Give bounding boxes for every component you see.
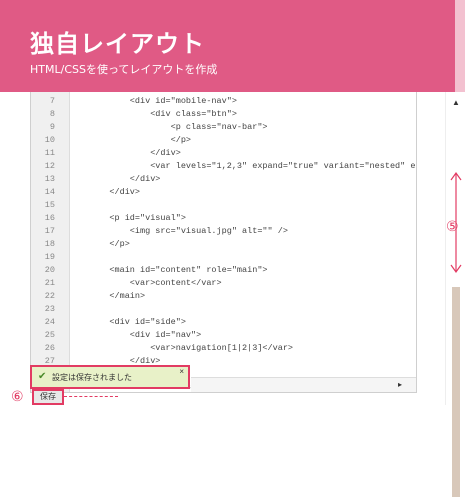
code-text[interactable]: </div>	[89, 186, 140, 199]
code-text[interactable]: <div id="nav">	[89, 329, 201, 342]
line-number: 15	[44, 200, 55, 210]
close-icon[interactable]: ×	[179, 367, 184, 376]
code-text[interactable]: </main>	[89, 290, 145, 303]
line-number: 26	[44, 343, 55, 353]
line-number: 18	[44, 239, 55, 249]
header-right-edge	[455, 0, 465, 92]
code-text[interactable]: </p>	[89, 134, 191, 147]
scroll-right-icon[interactable]: ▸	[398, 380, 402, 389]
notification-message: 設定は保存されました	[52, 373, 132, 382]
code-editor[interactable]: 7 <div id="mobile-nav"> 8 <div class="btn…	[30, 92, 417, 393]
save-button[interactable]: 保存	[32, 389, 64, 405]
line-number: 21	[44, 278, 55, 288]
code-text[interactable]: <main id="content" role="main">	[89, 264, 267, 277]
annotation-dashed-line	[64, 396, 118, 397]
line-number: 9	[49, 122, 55, 132]
code-text[interactable]: <img src="visual.jpg" alt="" />	[89, 225, 288, 238]
line-number: 16	[44, 213, 55, 223]
line-number: 24	[44, 317, 55, 327]
line-number: 22	[44, 291, 55, 301]
page-subtitle: HTML/CSSを使ってレイアウトを作成	[30, 63, 218, 76]
scroll-up-icon[interactable]: ▲	[452, 98, 460, 107]
line-number: 10	[44, 135, 55, 145]
page-header: 独自レイアウト HTML/CSSを使ってレイアウトを作成	[0, 0, 465, 92]
line-number: 19	[44, 252, 55, 262]
line-number: 13	[44, 174, 55, 184]
code-text[interactable]: <var>navigation[1|2|3]</var>	[89, 342, 293, 355]
code-text[interactable]: <div id="side">	[89, 316, 186, 329]
code-text[interactable]: <div class="btn">	[89, 108, 237, 121]
line-number: 7	[49, 96, 55, 106]
annotation-marker-6: ⑥	[11, 388, 24, 404]
line-number: 14	[44, 187, 55, 197]
check-icon: ✔	[38, 371, 47, 382]
code-text[interactable]: </div>	[89, 147, 181, 160]
line-number: 20	[44, 265, 55, 275]
code-text[interactable]: </div>	[89, 173, 161, 186]
annotation-marker-5: ⑤	[446, 218, 459, 234]
line-number: 11	[44, 148, 55, 158]
line-number: 8	[49, 109, 55, 119]
line-number: 25	[44, 330, 55, 340]
code-text[interactable]: </p>	[89, 238, 129, 251]
line-number: 12	[44, 161, 55, 171]
page-title: 独自レイアウト	[30, 30, 205, 58]
line-number: 23	[44, 304, 55, 314]
code-text[interactable]: <div id="mobile-nav">	[89, 95, 237, 108]
code-text[interactable]: <p id="visual">	[89, 212, 186, 225]
code-text[interactable]: <var levels="1,2,3" expand="true" varian…	[89, 160, 416, 173]
scrollbar-thumb[interactable]	[452, 287, 460, 497]
code-text[interactable]: <p class="nav-bar">	[89, 121, 268, 134]
editor-horizontal-scrollbar[interactable]: ▸	[191, 377, 416, 392]
save-notification: ✔ 設定は保存されました ×	[30, 365, 190, 389]
code-text[interactable]: <var>content</var>	[89, 277, 222, 290]
line-number: 17	[44, 226, 55, 236]
